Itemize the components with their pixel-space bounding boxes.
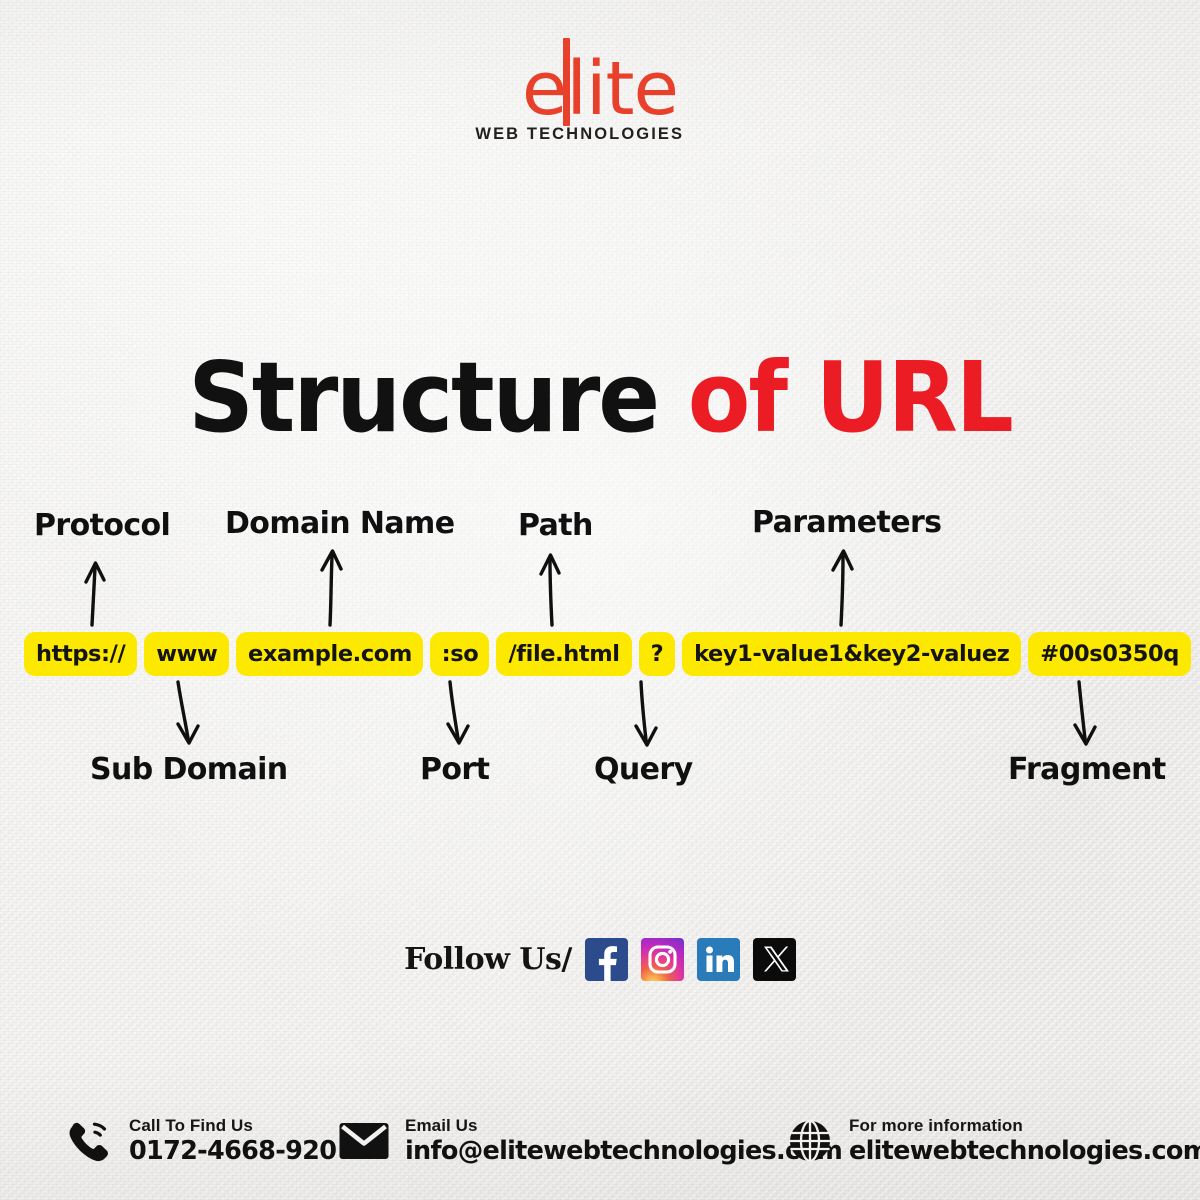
arrow-query-shaft xyxy=(639,680,648,742)
callout-path: Path xyxy=(518,508,593,543)
callout-fragment: Fragment xyxy=(1008,752,1166,787)
url-segment-query[interactable]: ? xyxy=(638,632,676,676)
url-segment-parameters[interactable]: key1-value1&key2-valuez xyxy=(682,632,1022,676)
logo-vertical-bar-icon xyxy=(562,38,570,126)
url-segment-path[interactable]: /file.html xyxy=(496,632,632,676)
callout-parameters: Parameters xyxy=(752,505,942,540)
arrow-fragment-shaft xyxy=(1077,680,1087,741)
follow-us-label: Follow Us/ xyxy=(404,942,572,977)
footer-phone-block[interactable]: Call To Find Us 0172-4668-920 xyxy=(66,1116,337,1166)
phone-icon xyxy=(69,1122,108,1162)
logo-subtitle: WEB TECHNOLOGIES xyxy=(475,124,685,143)
logo-mark: elite WEB TECHNOLOGIES xyxy=(475,38,682,142)
footer-email-block[interactable]: Email Us info@elitewebtechnologies.com xyxy=(338,1116,843,1166)
follow-us-row: Follow Us/ xyxy=(0,938,1200,981)
callout-protocol: Protocol xyxy=(34,508,171,543)
arrow-port-shaft xyxy=(448,680,460,740)
page-title-part-two: of URL xyxy=(687,340,1014,454)
brand-logo: elite WEB TECHNOLOGIES xyxy=(0,38,1200,142)
url-segment-protocol[interactable]: https:// xyxy=(24,632,138,676)
url-segment-fragment[interactable]: #00s0350q xyxy=(1028,632,1191,676)
arrow-fragment-head xyxy=(1073,723,1097,746)
footer-phone-caption: Call To Find Us xyxy=(129,1116,253,1135)
arrow-domain-head xyxy=(320,549,343,572)
facebook-icon[interactable] xyxy=(584,938,628,981)
url-segment-port[interactable]: :so xyxy=(430,632,490,676)
arrow-path-head xyxy=(539,553,561,576)
footer-contact-bar: Call To Find Us 0172-4668-920 Email Us i… xyxy=(0,1094,1200,1200)
callout-sub-domain: Sub Domain xyxy=(90,752,288,787)
footer-website-caption: For more information xyxy=(849,1116,1023,1135)
poster-canvas: elite WEB TECHNOLOGIES Structure of URL xyxy=(0,0,1200,1200)
callout-domain-name: Domain Name xyxy=(225,506,455,541)
logo-wordmark: elite xyxy=(521,46,679,132)
footer-website-block[interactable]: For more information elitewebtechnologie… xyxy=(786,1116,1200,1166)
x-twitter-icon[interactable] xyxy=(752,938,796,981)
arrow-domain-shaft xyxy=(328,554,334,627)
globe-icon xyxy=(790,1119,830,1163)
footer-email-caption: Email Us xyxy=(405,1116,478,1135)
url-segment-sub-domain[interactable]: www xyxy=(144,632,230,676)
page-title: Structure of URL xyxy=(36,347,1164,449)
url-pill-row: https:// www example.com :so /file.html … xyxy=(24,632,1191,676)
url-segment-domain-name[interactable]: example.com xyxy=(236,632,424,676)
arrow-protocol-shaft xyxy=(90,566,97,627)
arrow-subdomain-head xyxy=(176,722,200,745)
arrow-parameters-head xyxy=(831,549,854,572)
callout-port: Port xyxy=(420,752,490,787)
url-structure-diagram: Protocol Domain Name Path Parameters Sub… xyxy=(0,0,1200,1200)
page-title-part-one: Structure xyxy=(188,340,688,454)
arrow-layer xyxy=(84,549,1097,747)
arrow-path-shaft xyxy=(548,558,554,627)
instagram-icon[interactable] xyxy=(640,938,684,981)
arrow-parameters-shaft xyxy=(839,554,845,627)
arrow-query-head xyxy=(634,724,658,747)
footer-phone-value: 0172-4668-920 xyxy=(129,1136,337,1166)
callout-query: Query xyxy=(594,752,693,787)
arrow-port-head xyxy=(446,722,470,745)
footer-email-value: info@elitewebtechnologies.com xyxy=(405,1136,843,1166)
envelope-icon xyxy=(339,1123,389,1159)
footer-website-value: elitewebtechnologies.com xyxy=(849,1136,1200,1166)
linkedin-icon[interactable] xyxy=(696,938,740,981)
arrow-protocol-head xyxy=(84,561,106,584)
arrow-subdomain-shaft xyxy=(176,680,190,740)
